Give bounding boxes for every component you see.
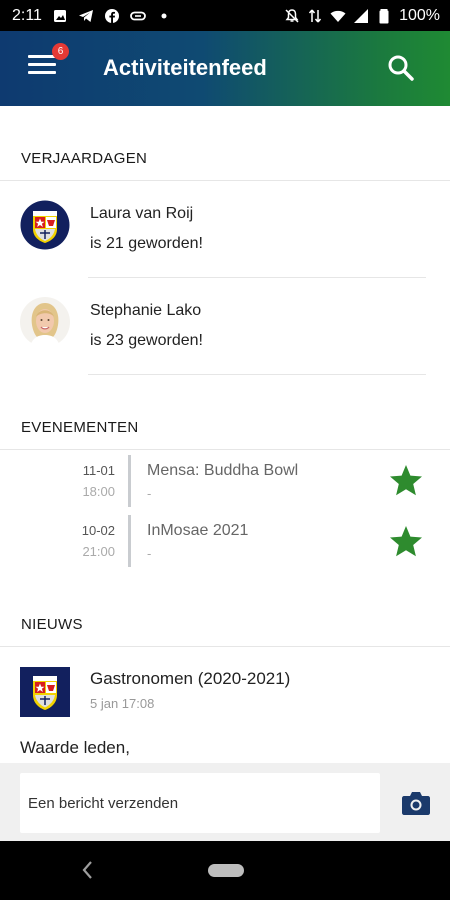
status-bar: 2:11 100% <box>0 0 450 31</box>
news-date: 5 jan 17:08 <box>90 696 155 711</box>
news-heading: NIEUWS <box>21 616 83 633</box>
system-navigation-bar <box>0 841 450 900</box>
data-transfer-icon <box>309 9 322 22</box>
status-time: 2:11 <box>12 6 42 24</box>
mute-icon <box>285 8 299 23</box>
event-time: 18:00 <box>82 484 115 499</box>
search-button[interactable] <box>386 53 416 83</box>
signal-icon <box>354 8 369 23</box>
event-row[interactable]: 11-01 18:00 Mensa: Buddha Bowl - <box>0 455 450 507</box>
message-composer <box>0 763 450 841</box>
favorite-star-icon[interactable] <box>388 524 424 560</box>
page-title: Activiteitenfeed <box>103 55 267 80</box>
divider <box>0 449 450 450</box>
divider <box>88 374 426 375</box>
event-date: 10-02 <box>81 523 115 538</box>
telegram-notification-icon <box>78 9 93 22</box>
event-row[interactable]: 10-02 21:00 InMosae 2021 - <box>0 515 450 567</box>
divider <box>0 180 450 181</box>
app-bar: 6 Activiteitenfeed <box>0 31 450 106</box>
wifi-icon <box>330 10 346 22</box>
home-handle[interactable] <box>208 864 244 877</box>
divider <box>88 277 426 278</box>
birthday-name: Laura van Roij <box>90 205 194 222</box>
facebook-notification-icon <box>104 8 119 23</box>
divider <box>0 646 450 647</box>
news-body: Waarde leden, <box>20 738 130 757</box>
birthday-text: is 23 geworden! <box>90 332 203 349</box>
event-subtitle: - <box>147 486 152 501</box>
birthday-text: is 21 geworden! <box>90 235 203 252</box>
camera-button[interactable] <box>401 789 431 817</box>
events-heading: EVENEMENTEN <box>21 419 139 436</box>
message-input[interactable] <box>20 773 380 833</box>
crest-avatar-icon <box>20 200 70 250</box>
crest-avatar-icon <box>20 667 70 717</box>
event-divider-bar <box>128 455 131 507</box>
camera-icon <box>402 792 430 815</box>
profile-photo-avatar <box>20 297 70 347</box>
battery-percentage: 100% <box>399 6 440 24</box>
event-subtitle: - <box>147 546 152 561</box>
more-notifications-dot-icon <box>161 13 167 18</box>
event-title: Mensa: Buddha Bowl <box>147 462 299 479</box>
birthdays-heading: VERJAARDAGEN <box>21 150 148 167</box>
link-notification-icon <box>130 11 146 20</box>
battery-icon <box>379 8 389 23</box>
event-title: InMosae 2021 <box>147 522 249 539</box>
notification-badge: 6 <box>52 43 69 60</box>
event-date: 11-01 <box>82 463 115 478</box>
birthday-name: Stephanie Lako <box>90 302 202 319</box>
back-icon[interactable] <box>80 859 94 881</box>
search-icon <box>388 55 414 81</box>
news-title: Gastronomen (2020-2021) <box>90 669 291 688</box>
event-time: 21:00 <box>82 544 115 559</box>
favorite-star-icon[interactable] <box>388 463 424 499</box>
image-notification-icon <box>53 9 66 22</box>
event-divider-bar <box>128 515 131 567</box>
